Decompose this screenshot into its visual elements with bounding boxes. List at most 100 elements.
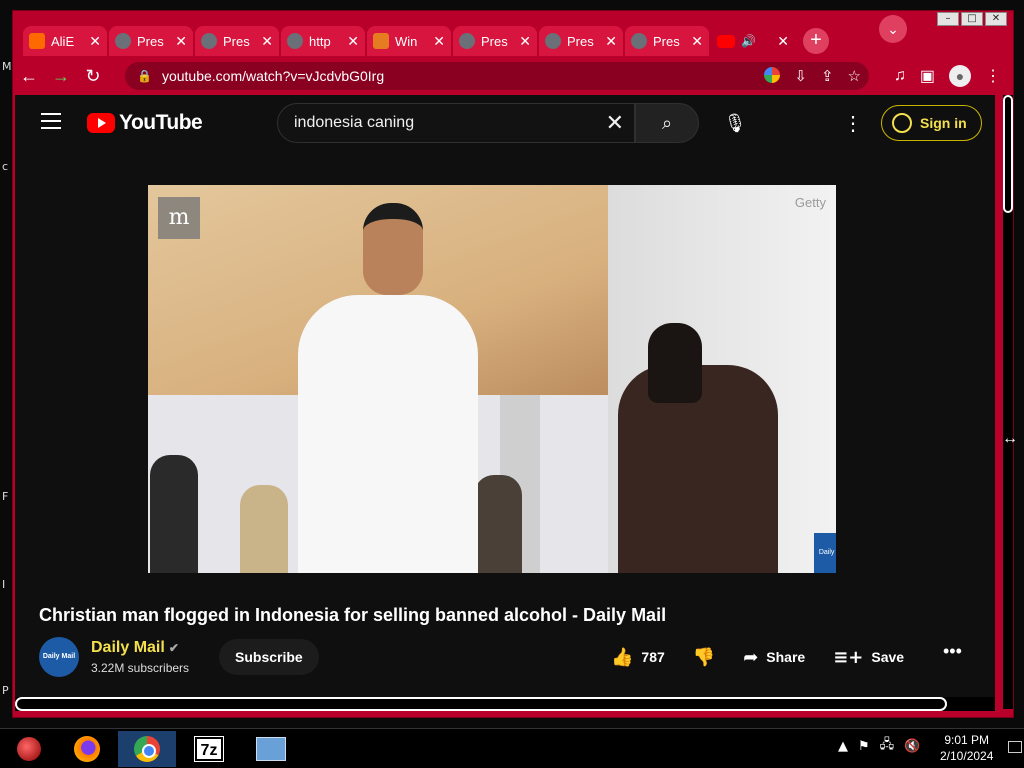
tab-pres-5[interactable]: Pres ✕	[625, 26, 709, 56]
browser-window: – □ ✕ AliE ✕ Pres ✕ Pres ✕ http ✕ Win ✕	[12, 10, 1014, 718]
firefox-icon	[74, 736, 100, 762]
omnibox-actions: ⇩ ⇪ ☆	[764, 67, 861, 85]
youtube-logo[interactable]: YouTube	[87, 111, 203, 135]
sign-in-label: Sign in	[920, 115, 967, 131]
start-button[interactable]	[0, 731, 58, 767]
audio-playing-icon[interactable]: 🔊	[741, 34, 756, 48]
share-label: Share	[766, 649, 806, 665]
show-desktop-icon[interactable]	[1008, 741, 1022, 753]
share-button[interactable]: ➦ Share	[743, 647, 805, 668]
playlist-add-icon: ≡+	[833, 646, 864, 668]
video-actions: 👍 787 👎 ➦ Share ≡+ Save	[611, 639, 932, 675]
close-tab-icon[interactable]: ✕	[261, 33, 273, 50]
close-tab-icon[interactable]: ✕	[433, 33, 445, 50]
action-center-flag-icon[interactable]: ⚑	[858, 739, 870, 754]
tab-title: Pres	[223, 33, 250, 49]
close-tab-icon[interactable]: ✕	[605, 33, 617, 50]
system-tray: ▲ ⚑ 🖧 🔇	[838, 735, 920, 757]
close-tab-icon[interactable]: ✕	[89, 33, 101, 50]
settings-menu-icon[interactable]: ⋮	[843, 111, 863, 136]
taskbar-control-panel[interactable]	[242, 731, 300, 767]
tab-pres-3[interactable]: Pres ✕	[453, 26, 537, 56]
desktop-text-fragment: M	[2, 60, 12, 73]
more-actions-icon[interactable]: •••	[943, 641, 962, 662]
volume-muted-icon[interactable]: 🔇	[904, 739, 920, 754]
close-tab-icon[interactable]: ✕	[519, 33, 531, 50]
windows-icon	[373, 33, 389, 49]
vertical-scroll-thumb[interactable]	[1003, 95, 1013, 213]
channel-avatar[interactable]: Daily Mail	[39, 637, 79, 677]
globe-icon	[201, 33, 217, 49]
clock-date: 2/10/2024	[940, 749, 994, 763]
reload-button[interactable]: ↻	[77, 66, 109, 87]
taskbar-chrome[interactable]	[118, 731, 176, 767]
tab-title: Pres	[567, 33, 594, 49]
back-button[interactable]: ←	[13, 66, 45, 87]
close-tab-icon[interactable]: ✕	[777, 33, 789, 50]
like-button[interactable]: 👍 787	[611, 647, 665, 668]
browser-menu-icon[interactable]: ⋮	[985, 66, 1001, 86]
media-control-icon[interactable]: ♫	[894, 67, 906, 85]
dislike-button[interactable]: 👎	[693, 647, 715, 668]
globe-icon	[115, 33, 131, 49]
close-tab-icon[interactable]: ✕	[175, 33, 187, 50]
subscribe-button[interactable]: Subscribe	[219, 639, 319, 675]
tab-title: http	[309, 33, 331, 49]
search-button[interactable]: ⌕	[635, 103, 699, 143]
share-page-icon[interactable]: ⇪	[821, 67, 834, 85]
tab-win[interactable]: Win ✕	[367, 26, 451, 56]
vertical-scrollbar[interactable]	[1003, 95, 1013, 709]
taskbar-7zip[interactable]: 7z	[180, 731, 238, 767]
youtube-icon	[717, 34, 735, 48]
close-tab-icon[interactable]: ✕	[691, 33, 703, 50]
seven-zip-icon: 7z	[194, 736, 224, 762]
url-text: youtube.com/watch?v=vJcdvbG0Irg	[161, 68, 385, 84]
tab-youtube[interactable]: 🔊 ✕	[711, 26, 795, 56]
tab-pres-4[interactable]: Pres ✕	[539, 26, 623, 56]
horizontal-scroll-thumb[interactable]	[15, 697, 947, 711]
network-icon[interactable]: 🖧	[880, 735, 895, 757]
like-count: 787	[641, 649, 665, 665]
subscriber-count: 3.22M subscribers	[91, 661, 190, 675]
video-figure	[474, 475, 522, 573]
save-button[interactable]: ≡+ Save	[833, 647, 904, 668]
hamburger-menu-icon[interactable]	[41, 113, 61, 129]
clear-search-icon[interactable]: ✕	[606, 110, 624, 136]
tab-http[interactable]: http ✕	[281, 26, 365, 56]
youtube-page: YouTube indonesia caning ✕ ⌕ 🎙 ⋮ Sign in	[15, 95, 995, 709]
search-icon: ⌕	[661, 113, 673, 133]
close-window-button[interactable]: ✕	[985, 12, 1007, 26]
profile-avatar[interactable]: ●	[949, 65, 971, 87]
desktop-text-fragment: I	[2, 578, 6, 591]
taskbar-firefox[interactable]	[58, 731, 116, 767]
tab-title: Pres	[481, 33, 508, 49]
tab-pres-1[interactable]: Pres ✕	[109, 26, 193, 56]
video-player[interactable]: m Getty Daily Mail	[148, 185, 836, 573]
minimize-button[interactable]: –	[937, 12, 959, 26]
lock-icon[interactable]: 🔒	[137, 69, 152, 83]
forward-button[interactable]: →	[45, 66, 77, 87]
show-hidden-icons-icon[interactable]: ▲	[838, 739, 848, 754]
channel-name[interactable]: Daily Mail	[91, 639, 165, 656]
new-tab-button[interactable]: +	[803, 28, 829, 54]
maximize-button[interactable]: □	[961, 12, 983, 26]
horizontal-scrollbar[interactable]	[15, 697, 995, 711]
microphone-icon: 🎙	[723, 113, 747, 133]
side-panel-icon[interactable]: ▣	[920, 66, 935, 86]
install-app-icon[interactable]: ⇩	[794, 67, 807, 85]
search-input[interactable]: indonesia caning ✕	[277, 103, 635, 143]
google-lens-icon[interactable]	[764, 67, 781, 83]
close-tab-icon[interactable]: ✕	[347, 33, 359, 50]
voice-search-button[interactable]: 🎙	[715, 103, 755, 143]
tab-strip: AliE ✕ Pres ✕ Pres ✕ http ✕ Win ✕ Pres ✕	[23, 25, 1003, 57]
tab-pres-2[interactable]: Pres ✕	[195, 26, 279, 56]
system-clock[interactable]: 9:01 PM 2/10/2024	[940, 732, 993, 764]
share-icon: ➦	[743, 646, 759, 668]
address-bar[interactable]: 🔒 youtube.com/watch?v=vJcdvbG0Irg ⇩ ⇪ ☆	[125, 62, 869, 90]
verified-icon: ✔	[168, 641, 179, 655]
bookmark-star-icon[interactable]: ☆	[848, 67, 861, 85]
tab-aliexpress[interactable]: AliE ✕	[23, 26, 107, 56]
tab-search-button[interactable]: ⌄	[879, 15, 907, 43]
sign-in-button[interactable]: Sign in	[881, 105, 982, 141]
desktop-text-fragment: P	[2, 684, 9, 697]
